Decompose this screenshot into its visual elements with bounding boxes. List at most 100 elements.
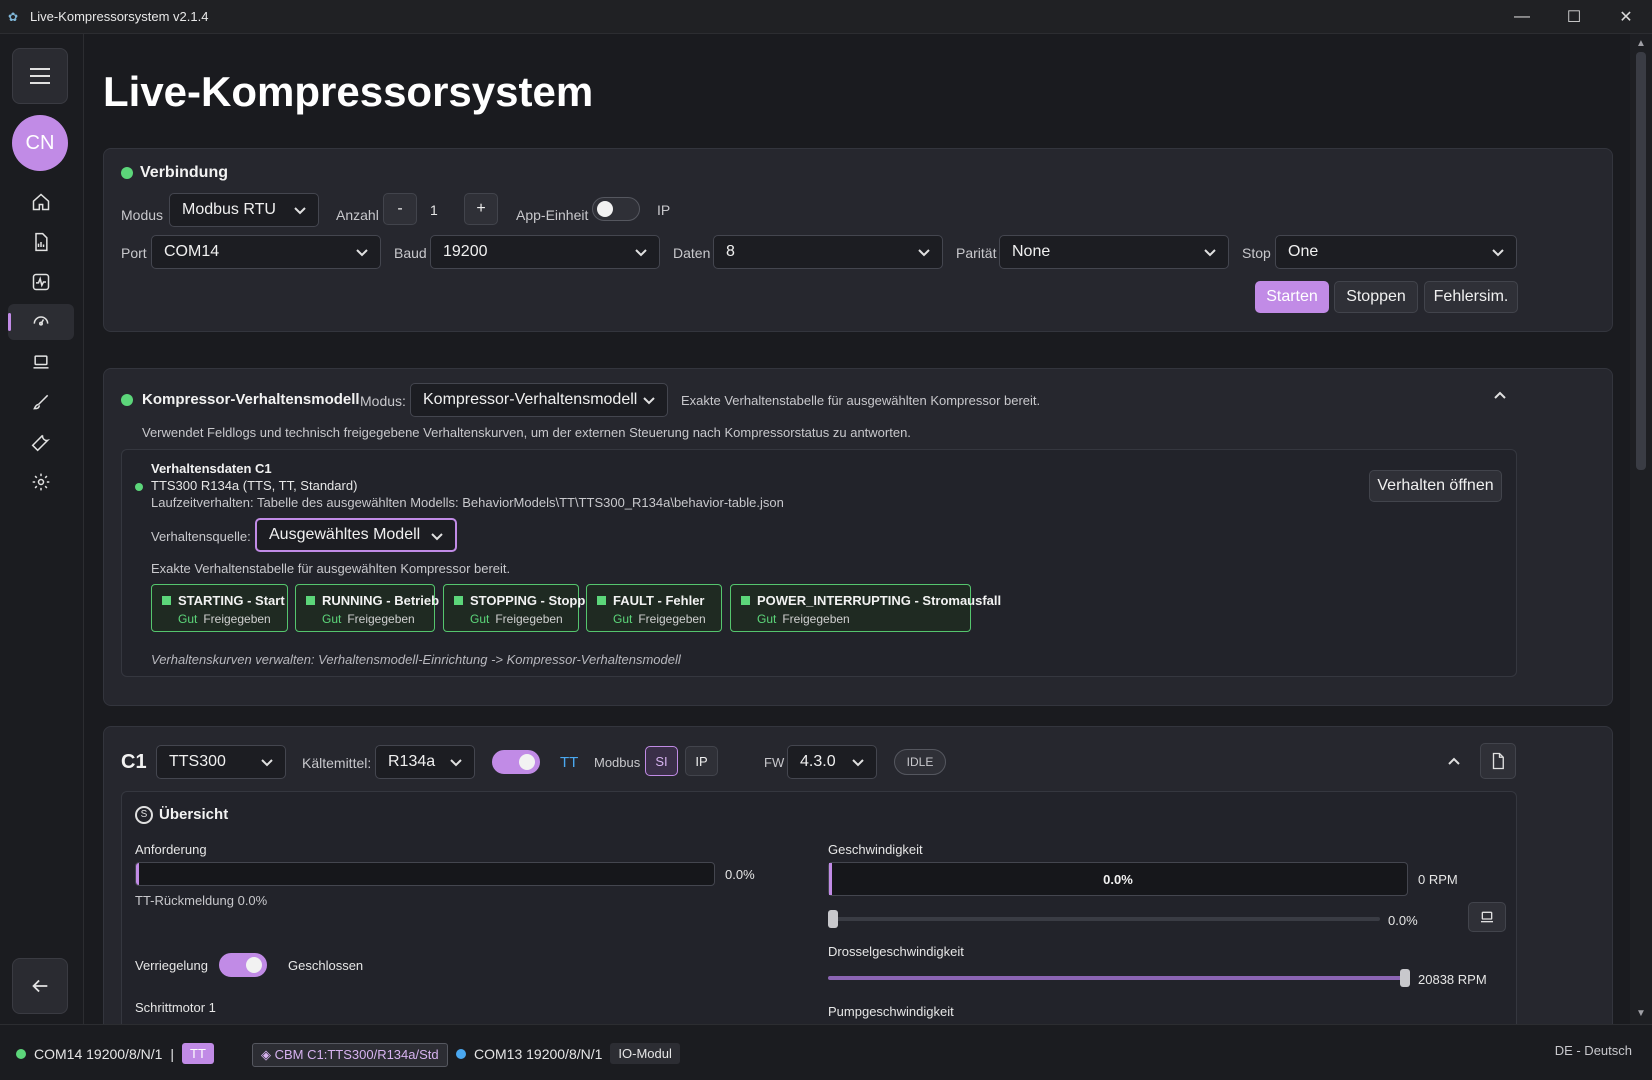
- app-icon: ✿: [8, 9, 19, 24]
- count-value[interactable]: 1: [430, 202, 438, 218]
- connection-status-dot: [121, 167, 133, 179]
- data-bits-select[interactable]: 8: [713, 235, 943, 269]
- chevron-down-icon: [1202, 244, 1218, 260]
- io-module-chip[interactable]: IO-Modul: [610, 1043, 680, 1064]
- close-icon[interactable]: ✕: [1600, 0, 1652, 34]
- chevron-up-icon[interactable]: [1446, 753, 1464, 771]
- si-mode-button[interactable]: SI: [645, 746, 678, 776]
- speed-slider-handle[interactable]: [828, 910, 838, 928]
- avatar[interactable]: CN: [12, 115, 68, 171]
- main-scrollbar[interactable]: ▲ ▼: [1630, 34, 1652, 1024]
- throttle-slider-handle[interactable]: [1400, 969, 1410, 987]
- monitor-pulse-icon[interactable]: [8, 264, 74, 300]
- report-document-icon[interactable]: [8, 224, 74, 260]
- compressor-model-select[interactable]: TTS300: [156, 745, 286, 779]
- chevron-down-icon: [429, 528, 445, 544]
- app-unit-label: App-Einheit: [516, 207, 589, 223]
- state-chip-starting[interactable]: STARTING - Start Gut Freigegeben: [151, 584, 288, 632]
- status-bar: COM14 19200/8/N/1 | TT ◈ CBM C1:TTS300/R…: [0, 1024, 1652, 1080]
- overview-panel: S Übersicht Anforderung 0.0% TT-Rückmeld…: [121, 791, 1517, 1024]
- page-title: Live-Kompressorsystem: [103, 68, 594, 115]
- compressor-gauge-icon[interactable]: [8, 304, 74, 340]
- behavior-data-title: Verhaltensdaten C1: [151, 461, 272, 476]
- lock-label: Verriegelung: [135, 958, 208, 973]
- source-ready-text: Exakte Verhaltenstabelle für ausgewählte…: [151, 561, 511, 576]
- mode-label: Modus: [121, 207, 164, 223]
- runtime-line: Laufzeitverhalten: Tabelle des ausgewähl…: [151, 495, 784, 510]
- cbm-chip[interactable]: ◈ CBM C1:TTS300/R134a/Std: [252, 1043, 448, 1067]
- tt-toggle[interactable]: [492, 750, 540, 774]
- minimize-icon[interactable]: —: [1496, 0, 1548, 34]
- throttle-slider-track[interactable]: [828, 976, 1406, 980]
- count-decrement-button[interactable]: -: [383, 193, 417, 225]
- state-chip-power-interrupting[interactable]: POWER_INTERRUPTING - Stromausfall Gut Fre…: [730, 584, 1001, 632]
- sidebar: CN: [0, 34, 84, 1024]
- scroll-thumb[interactable]: [1636, 52, 1646, 470]
- port-select[interactable]: COM14: [151, 235, 381, 269]
- lock-toggle[interactable]: [219, 953, 267, 977]
- app-unit-toggle[interactable]: [592, 197, 640, 221]
- scroll-up-icon[interactable]: ▲: [1635, 38, 1647, 49]
- ip-mode-button[interactable]: IP: [685, 746, 718, 776]
- demand-value: 0.0%: [725, 867, 755, 882]
- document-icon[interactable]: [1480, 743, 1516, 779]
- language-indicator[interactable]: DE - Deutsch: [1555, 1043, 1632, 1058]
- stop-button[interactable]: Stoppen: [1334, 281, 1418, 313]
- gear-icon[interactable]: [8, 464, 74, 500]
- compressor-card: C1 TTS300 Kältemittel: R134a TT Modbus S…: [103, 726, 1613, 1024]
- fault-sim-button[interactable]: Fehlersim.: [1424, 281, 1518, 313]
- state-chip-stopping[interactable]: STOPPING - Stopp Gut Freigegeben: [443, 584, 585, 632]
- status-port2: COM13 19200/8/N/1 IO-Modul: [456, 1043, 680, 1064]
- back-button[interactable]: [12, 958, 68, 1014]
- mode-select[interactable]: Modbus RTU: [169, 193, 319, 227]
- laptop-icon[interactable]: [1468, 902, 1506, 932]
- chevron-down-icon: [292, 202, 308, 218]
- compressor-id: C1: [121, 751, 147, 773]
- refrigerant-label: Kältemittel:: [302, 755, 372, 771]
- speed-rpm: 0 RPM: [1418, 872, 1458, 887]
- laptop-icon[interactable]: [8, 344, 74, 380]
- open-behavior-button[interactable]: Verhalten öffnen: [1369, 470, 1502, 502]
- state-chip-fault[interactable]: FAULT - Fehler Gut Freigegeben: [586, 584, 722, 632]
- throttle-label: Drosselgeschwindigkeit: [828, 944, 964, 959]
- baud-select[interactable]: 19200: [430, 235, 660, 269]
- behavior-status-dot: [121, 394, 133, 406]
- parity-select[interactable]: None: [999, 235, 1229, 269]
- behavior-model-card: Kompressor-Verhaltensmodell Modus: Kompr…: [103, 368, 1613, 706]
- port1-text: COM14 19200/8/N/1: [34, 1045, 163, 1062]
- refrigerant-select[interactable]: R134a: [375, 745, 475, 779]
- behavior-title: Kompressor-Verhaltensmodell: [142, 391, 360, 408]
- count-increment-button[interactable]: +: [464, 193, 498, 225]
- overview-icon: S: [135, 806, 153, 824]
- brush-icon[interactable]: [8, 384, 74, 420]
- connection-title: Verbindung: [140, 164, 228, 181]
- model-status-dot: [135, 483, 143, 491]
- home-icon[interactable]: [8, 184, 74, 220]
- scroll-down-icon[interactable]: ▼: [1635, 1008, 1647, 1019]
- source-label: Verhaltensquelle:: [151, 529, 251, 544]
- behavior-mode-select[interactable]: Kompressor-Verhaltensmodell: [410, 383, 668, 417]
- overview-title: Übersicht: [159, 806, 229, 823]
- behavior-data-panel: Verhaltensdaten C1 TTS300 R134a (TTS, TT…: [121, 449, 1517, 677]
- hamburger-menu-button[interactable]: [12, 48, 68, 104]
- port1-status-dot: [16, 1048, 26, 1059]
- wrench-icon[interactable]: [8, 424, 74, 460]
- stop-bits-select[interactable]: One: [1275, 235, 1517, 269]
- demand-bar: [135, 862, 715, 886]
- tt-chip[interactable]: TT: [182, 1043, 214, 1064]
- chevron-up-icon[interactable]: [1492, 387, 1510, 405]
- start-button[interactable]: Starten: [1255, 281, 1329, 313]
- port-label: Port: [121, 245, 147, 261]
- speed-slider-track[interactable]: [832, 917, 1380, 921]
- status-port1: COM14 19200/8/N/1 | TT: [16, 1043, 214, 1064]
- firmware-select[interactable]: 4.3.0: [787, 745, 877, 779]
- chevron-down-icon: [633, 244, 649, 260]
- pump-speed-label: Pumpgeschwindigkeit: [828, 1004, 954, 1019]
- port2-status-dot: [456, 1048, 466, 1059]
- state-chip-running[interactable]: RUNNING - Betrieb Gut Freigegeben: [295, 584, 439, 632]
- baud-label: Baud: [394, 245, 427, 261]
- main-content: Live-Kompressorsystem Verbindung Modus M…: [84, 34, 1630, 1024]
- maximize-icon[interactable]: ☐: [1548, 0, 1600, 34]
- title-bar: ✿ Live-Kompressorsystem v2.1.4 — ☐ ✕: [0, 0, 1652, 34]
- source-select[interactable]: Ausgewähltes Modell: [255, 518, 457, 552]
